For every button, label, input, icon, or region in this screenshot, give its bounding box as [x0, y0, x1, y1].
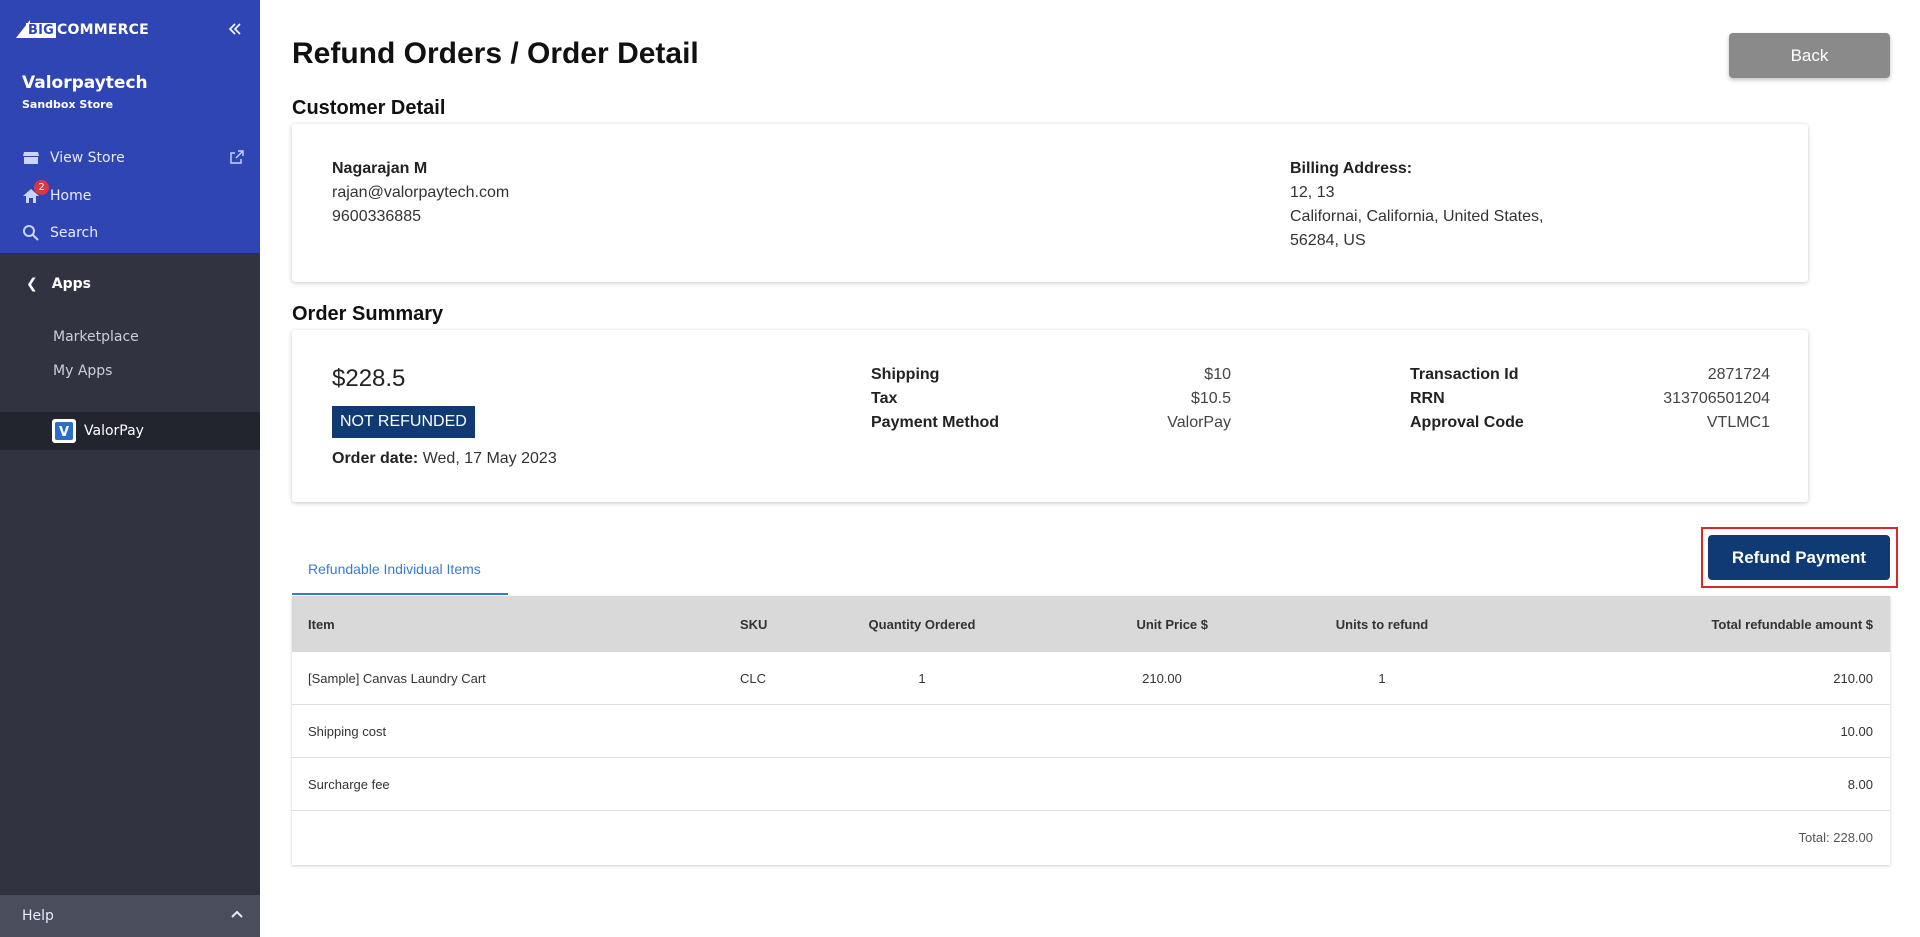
sidebar: BIG COMMERCE Valorpaytech Sandbox Store …: [0, 0, 260, 937]
logo-text-commerce: COMMERCE: [57, 22, 149, 38]
order-summary-card: $228.5 NOT REFUNDED Order date: Wed, 17 …: [292, 330, 1808, 502]
tax-value: $10.5: [1190, 390, 1231, 407]
table-row: Surcharge fee 8.00: [292, 758, 1890, 811]
grand-total: Total: 228.00: [1798, 830, 1873, 845]
chevron-up-icon: [230, 907, 244, 925]
customer-email: rajan@valorpaytech.com: [332, 184, 510, 201]
back-button[interactable]: Back: [1729, 33, 1890, 78]
col-qty: Quantity Ordered: [868, 616, 976, 632]
valorpay-label: ValorPay: [84, 423, 144, 439]
transaction-id-label: Transaction Id: [1410, 366, 1519, 383]
billing-address: Billing Address: 12, 13 Californai, Cali…: [1290, 157, 1543, 253]
storefront-icon: [23, 152, 39, 164]
help-label: Help: [22, 908, 54, 924]
approval-code-label: Approval Code: [1410, 414, 1524, 431]
address-line-2: Californai, California, United States,: [1290, 208, 1544, 225]
customer-name: Nagarajan M: [332, 160, 428, 177]
apps-back-nav[interactable]: ❮ Apps: [26, 276, 91, 292]
approval-code-value: VTLMC1: [1706, 414, 1770, 431]
refund-items-table: Item SKU Quantity Ordered Unit Price $ U…: [292, 596, 1890, 865]
rrn-label: RRN: [1410, 390, 1445, 407]
order-date: Order date: Wed, 17 May 2023: [332, 450, 557, 468]
table-row: [Sample] Canvas Laundry Cart CLC 1 210.0…: [292, 652, 1890, 705]
shipping-value: $10: [1204, 366, 1231, 383]
payment-method-value: ValorPay: [1167, 414, 1231, 431]
cell-item: Shipping cost: [308, 723, 387, 739]
status-badge: NOT REFUNDED: [332, 406, 475, 438]
col-unit-price: Unit Price $: [1136, 616, 1208, 632]
cell-item: Surcharge fee: [308, 776, 390, 792]
tab-refundable-items[interactable]: Refundable Individual Items: [292, 545, 508, 595]
chevron-left-icon: ❮: [26, 276, 38, 292]
cell-total: 210.00: [1833, 670, 1873, 686]
nav-view-store[interactable]: View Store: [22, 149, 125, 167]
customer-section-title: Customer Detail: [292, 97, 446, 119]
customer-card: Nagarajan M rajan@valorpaytech.com 96003…: [292, 124, 1808, 282]
transaction-details: Transaction Id 2871724 RRN 313706501204 Ap…: [1410, 363, 1770, 435]
transaction-id-value: 2871724: [1707, 366, 1770, 383]
shipping-label: Shipping: [871, 366, 940, 383]
payment-details: Shipping $10 Tax $10.5 Payment Method Valor…: [871, 363, 1231, 435]
col-units-refund: Units to refund: [1335, 616, 1429, 632]
main-content: Refund Orders / Order Detail Back Custom…: [260, 0, 1920, 937]
order-date-value: Wed, 17 May 2023: [422, 450, 557, 467]
store-name: Valorpaytech: [22, 73, 148, 93]
apps-label: Apps: [51, 276, 91, 292]
cell-sku: CLC: [740, 670, 767, 686]
address-line-1: 12, 13: [1290, 184, 1335, 201]
svg-text:V: V: [59, 425, 69, 440]
table-row: Shipping cost 10.00: [292, 705, 1890, 758]
bigcommerce-logo[interactable]: BIG COMMERCE: [16, 20, 149, 38]
col-item: Item: [308, 616, 335, 632]
nav-search-label: Search: [50, 225, 99, 241]
logo-text-big: BIG: [26, 23, 57, 38]
cell-total: 10.00: [1840, 723, 1873, 739]
nav-app-valorpay[interactable]: V ValorPay: [0, 412, 260, 450]
store-type: Sandbox Store: [22, 98, 114, 111]
order-amount: $228.5: [332, 365, 406, 392]
nav-my-apps[interactable]: My Apps: [53, 363, 112, 379]
cell-unit-price: 210.00: [1142, 670, 1182, 686]
table-total-row: Total: 228.00: [292, 811, 1890, 864]
customer-info: Nagarajan M rajan@valorpaytech.com 96003…: [332, 157, 509, 229]
help-bar[interactable]: Help: [0, 895, 260, 937]
col-sku: SKU: [740, 616, 768, 632]
order-date-label: Order date:: [332, 450, 419, 467]
sidebar-header: BIG COMMERCE Valorpaytech Sandbox Store …: [0, 0, 260, 253]
cell-qty: 1: [918, 670, 926, 686]
order-section-title: Order Summary: [292, 303, 444, 325]
customer-phone: 9600336885: [332, 208, 421, 225]
address-line-3: 56284, US: [1290, 232, 1366, 249]
refund-payment-button[interactable]: Refund Payment: [1708, 535, 1890, 580]
table-header: Item SKU Quantity Ordered Unit Price $ U…: [292, 596, 1890, 652]
external-link-icon[interactable]: [230, 150, 244, 164]
search-icon: [23, 225, 39, 241]
valorpay-logo-icon: V: [52, 419, 76, 443]
payment-method-label: Payment Method: [871, 414, 1000, 431]
billing-label: Billing Address:: [1290, 160, 1413, 177]
cell-units-refund[interactable]: 1: [1332, 652, 1432, 704]
cell-total: 8.00: [1847, 776, 1873, 792]
tax-label: Tax: [871, 390, 898, 407]
nav-home-label: Home: [50, 188, 92, 204]
collapse-sidebar-icon[interactable]: [226, 20, 244, 38]
nav-view-store-label: View Store: [50, 150, 125, 166]
col-total: Total refundable amount $: [1711, 616, 1873, 632]
nav-home[interactable]: Home: [22, 187, 91, 205]
rrn-value: 313706501204: [1663, 390, 1770, 407]
cell-item: [Sample] Canvas Laundry Cart: [308, 670, 486, 686]
notification-badge: 2: [34, 180, 49, 195]
nav-marketplace[interactable]: Marketplace: [53, 329, 139, 345]
nav-search[interactable]: Search: [22, 224, 98, 242]
page-title: Refund Orders / Order Detail: [292, 37, 699, 70]
